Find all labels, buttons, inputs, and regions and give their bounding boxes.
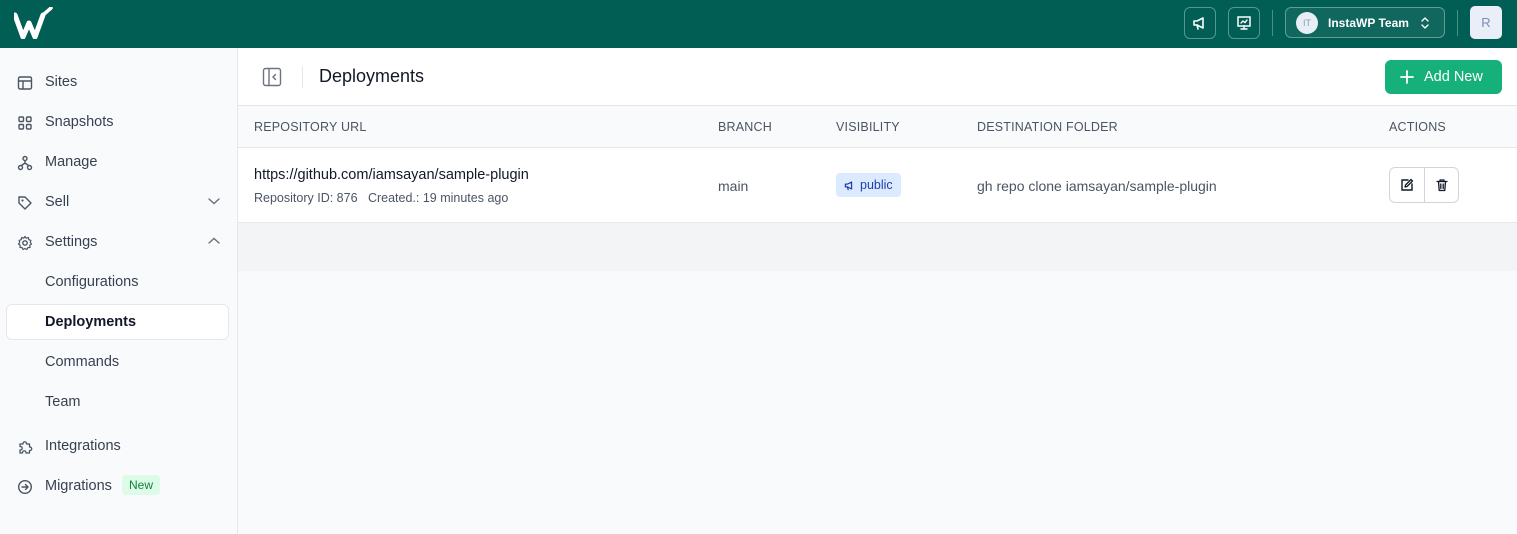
- instawp-logo-icon[interactable]: [14, 7, 54, 39]
- edit-button[interactable]: [1390, 168, 1424, 202]
- sidebar-item-label: Manage: [45, 154, 98, 170]
- sidebar-item-label: Commands: [45, 354, 120, 370]
- destination-folder-value: gh repo clone iamsayan/sample-plugin: [977, 178, 1217, 194]
- topbar-divider: [1457, 10, 1458, 36]
- chevron-up-icon: [208, 237, 220, 244]
- column-header-visibility: VISIBILITY: [836, 120, 900, 134]
- gear-icon: [17, 235, 33, 251]
- user-avatar[interactable]: R: [1470, 6, 1502, 39]
- layout-icon: [17, 76, 33, 90]
- sidebar-item-configurations[interactable]: Configurations: [6, 264, 229, 300]
- sidebar-item-label: Snapshots: [45, 114, 114, 130]
- sidebar-item-manage[interactable]: Manage: [6, 144, 229, 180]
- table-footer-band: [238, 223, 1517, 271]
- puzzle-icon: [19, 441, 33, 454]
- sidebar-item-deployments[interactable]: Deployments: [6, 304, 229, 340]
- column-header-actions: ACTIONS: [1389, 120, 1446, 134]
- sidebar-item-label: Integrations: [45, 438, 121, 454]
- sidebar-item-sell[interactable]: Sell: [6, 184, 229, 220]
- chevron-updown-icon: [1421, 17, 1429, 29]
- add-new-label: Add New: [1424, 69, 1483, 85]
- sidebar-item-label: Sites: [45, 74, 78, 90]
- add-new-button[interactable]: Add New: [1385, 60, 1502, 94]
- sidebar: Sites Snapshots Manage Sell Settings Con…: [0, 48, 238, 534]
- team-avatar: IT: [1296, 11, 1318, 34]
- sidebar-toggle-icon[interactable]: [262, 67, 282, 87]
- top-bar: IT InstaWP Team R: [0, 0, 1517, 48]
- sidebar-item-team[interactable]: Team: [6, 384, 229, 420]
- page-title: Deployments: [319, 66, 425, 86]
- chevron-down-icon: [208, 198, 220, 205]
- topbar-divider: [1272, 10, 1273, 36]
- plus-icon: [1400, 70, 1414, 84]
- delete-button[interactable]: [1424, 168, 1458, 202]
- sidebar-item-label: Team: [45, 394, 81, 410]
- sidebar-item-sites[interactable]: Sites: [6, 64, 229, 100]
- repository-meta: Repository ID: 876 Created.: 19 minutes …: [254, 191, 509, 205]
- team-name: InstaWP Team: [1328, 15, 1409, 30]
- main-content: Deployments Add New REPOSITORY URL BRANC…: [238, 48, 1517, 534]
- sidebar-item-snapshots[interactable]: Snapshots: [6, 104, 229, 140]
- sidebar-item-commands[interactable]: Commands: [6, 344, 229, 380]
- visibility-badge: public: [836, 173, 901, 197]
- announcements-button[interactable]: [1184, 7, 1216, 39]
- sidebar-item-label: Deployments: [45, 314, 137, 330]
- presentation-icon: [1237, 16, 1251, 30]
- table-row: https://github.com/iamsayan/sample-plugi…: [238, 148, 1517, 223]
- new-badge: New: [122, 475, 161, 495]
- table-header: REPOSITORY URL BRANCH VISIBILITY DESTINA…: [238, 106, 1517, 148]
- sidebar-item-label: Settings: [45, 234, 98, 250]
- team-switcher[interactable]: IT InstaWP Team: [1285, 7, 1445, 38]
- arrow-circle-icon: [17, 479, 33, 495]
- grid-icon: [18, 116, 32, 130]
- edit-icon: [1401, 178, 1414, 191]
- branch-value: main: [718, 178, 749, 194]
- sidebar-item-settings[interactable]: Settings: [6, 224, 229, 260]
- sidebar-item-integrations[interactable]: Integrations: [6, 428, 229, 464]
- sidebar-item-label: Migrations: [45, 478, 112, 494]
- trash-icon: [1435, 179, 1448, 192]
- sidebar-item-migrations[interactable]: Migrations New: [6, 468, 229, 504]
- column-header-repository-url: REPOSITORY URL: [254, 120, 367, 134]
- row-actions: [1389, 167, 1459, 203]
- megaphone-icon: [1193, 17, 1204, 30]
- sidebar-item-label: Sell: [45, 194, 70, 210]
- repository-url-link[interactable]: https://github.com/iamsayan/sample-plugi…: [254, 167, 529, 183]
- presentation-button[interactable]: [1228, 7, 1260, 39]
- visibility-label: public: [860, 178, 893, 192]
- tag-icon: [18, 196, 32, 210]
- sidebar-item-label: Configurations: [45, 274, 139, 290]
- page-header: Deployments Add New: [238, 48, 1517, 106]
- hierarchy-icon: [17, 155, 33, 171]
- column-header-destination-folder: DESTINATION FOLDER: [977, 120, 1118, 134]
- header-divider: [302, 66, 303, 88]
- column-header-branch: BRANCH: [718, 120, 772, 134]
- megaphone-icon: [844, 180, 855, 191]
